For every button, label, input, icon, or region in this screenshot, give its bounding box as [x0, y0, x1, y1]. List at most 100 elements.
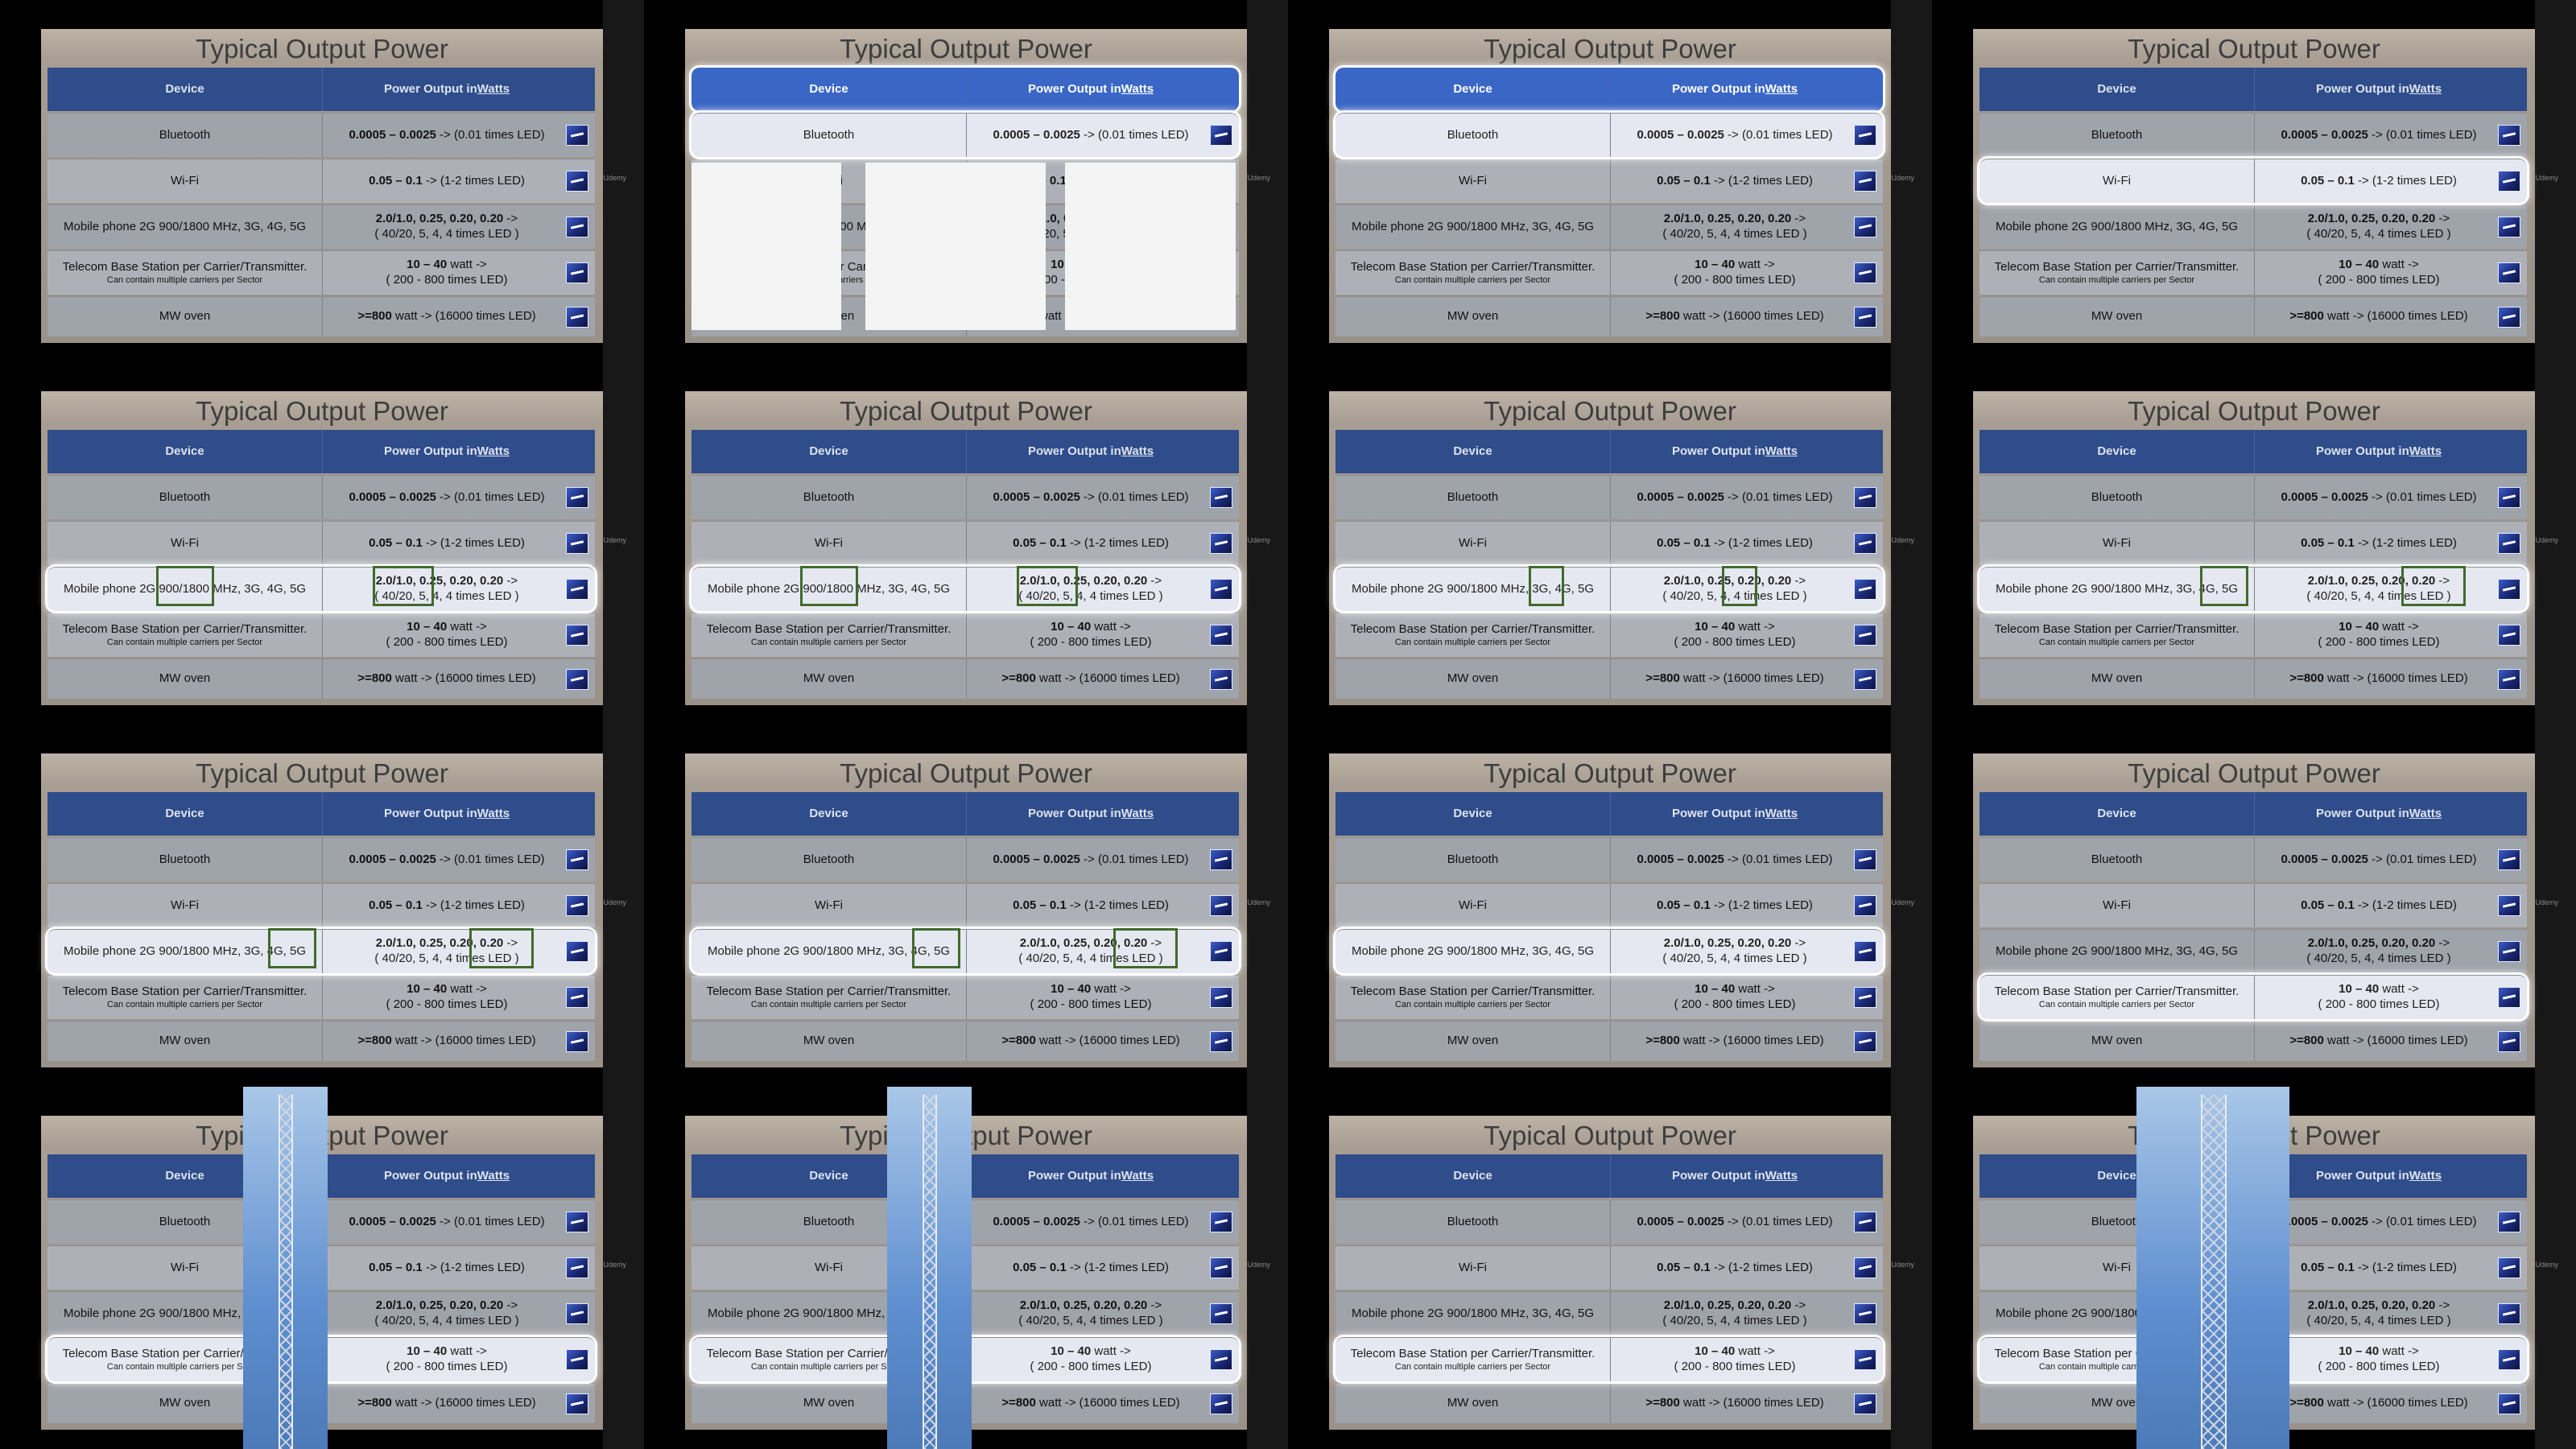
flag-icon — [566, 579, 588, 600]
video-frame: Typical Output Power Device Power Output… — [0, 724, 644, 1087]
highlight-box — [469, 928, 534, 968]
power-comparison: -> (1-2 times LED) — [422, 1260, 525, 1274]
flag-icon — [1854, 895, 1876, 916]
table-header-row: Device Power Output in Watts — [47, 68, 595, 111]
power-comparison-line2: ( 40/20, 5, 4, 4 times LED ) — [1018, 1314, 1163, 1327]
table-row-bluetooth: Bluetooth 0.0005 – 0.0025 -> (0.01 times… — [1979, 837, 2527, 881]
table-row-wifi: Wi-Fi 0.05 – 0.1 -> (1-2 times LED) — [1979, 159, 2527, 203]
power-comparison: -> (0.01 times LED) — [1080, 489, 1189, 504]
flag-icon — [1210, 1257, 1232, 1278]
table-row-mw-oven: MW oven >=800 watt -> (16000 times LED) — [691, 1021, 1239, 1061]
power-cell: 0.0005 – 0.0025 -> (0.01 times LED) — [1611, 838, 1883, 881]
flag-icon — [1854, 125, 1876, 146]
flag-icon — [2498, 941, 2520, 962]
power-table: Device Power Output in Watts Bluetooth 0… — [1335, 68, 1883, 336]
power-value: 0.05 – 0.1 — [2301, 898, 2355, 912]
flag-icon — [1210, 487, 1232, 508]
header-power: Power Output in Watts — [323, 68, 595, 111]
flag-icon — [1210, 941, 1232, 962]
player-side-panel: Udemy — [2535, 1087, 2576, 1449]
device-cell: MW oven — [1979, 1022, 2255, 1061]
video-frame: Typical Output Power Device Power Output… — [644, 362, 1288, 724]
power-value: 0.05 – 0.1 — [369, 535, 423, 550]
slide-title: Typical Output Power — [1484, 758, 1736, 788]
power-comparison: -> (1-2 times LED) — [2354, 535, 2457, 550]
power-value: 10 – 40 — [407, 982, 448, 997]
highlight-box — [1529, 566, 1564, 606]
table-row-telecom: Telecom Base Station per Carrier/Transmi… — [47, 613, 595, 657]
flag-icon — [1210, 849, 1232, 870]
flag-icon — [1854, 668, 1876, 690]
flag-icon — [1210, 1349, 1232, 1370]
device-cell: Telecom Base Station per Carrier/Transmi… — [691, 976, 967, 1019]
power-value: 2.0/1.0, 0.25, 0.20, 0.20 — [375, 1298, 504, 1313]
device-cell: Wi-Fi — [1335, 884, 1611, 927]
header-power-unit: Watts — [2409, 1168, 2442, 1183]
table-row-bluetooth: Bluetooth 0.0005 – 0.0025 -> (0.01 times… — [47, 837, 595, 881]
power-cell: 0.0005 – 0.0025 -> (0.01 times LED) — [2255, 114, 2527, 157]
flag-icon — [2498, 1393, 2520, 1414]
table-row-telecom: Telecom Base Station per Carrier/Transmi… — [691, 613, 1239, 657]
device-cell: Telecom Base Station per Carrier/Transmi… — [1979, 976, 2255, 1019]
power-cell: 2.0/1.0, 0.25, 0.20, 0.20 ->( 40/20, 5, … — [323, 1292, 595, 1335]
flag-icon — [2498, 487, 2520, 508]
power-value: 0.0005 – 0.0025 — [993, 489, 1080, 504]
device-cell: Wi-Fi — [1979, 884, 2255, 927]
table-row-wifi: Wi-Fi 0.05 – 0.1 -> (1-2 times LED) — [47, 521, 595, 565]
flag-icon — [1854, 1393, 1876, 1414]
device-cell: Wi-Fi — [1979, 159, 2255, 203]
power-table: Device Power Output in Watts Bluetooth 0… — [1979, 792, 2527, 1061]
power-value: 0.0005 – 0.0025 — [1637, 852, 1724, 866]
power-comparison: watt -> (16000 times LED) — [2323, 1034, 2468, 1048]
slide: Typical Output Power Device Power Output… — [1329, 753, 1891, 1067]
power-comparison-line2: ( 200 - 800 times LED) — [2318, 1360, 2440, 1373]
power-comparison: -> — [1791, 1298, 1806, 1313]
power-cell: 2.0/1.0, 0.25, 0.20, 0.20 ->( 40/20, 5, … — [323, 568, 595, 611]
power-value: 0.05 – 0.1 — [1013, 1260, 1067, 1274]
power-cell: 2.0/1.0, 0.25, 0.20, 0.20 ->( 40/20, 5, … — [967, 930, 1239, 973]
device-cell: Mobile phone 2G 900/1800 MHz, 3G, 4G, 5G — [1335, 568, 1611, 611]
device-cell: Bluetooth — [47, 838, 323, 881]
power-cell: 0.0005 – 0.0025 -> (0.01 times LED) — [1611, 114, 1883, 157]
table-row-mobile: Mobile phone 2G 900/1800 MHz, 3G, 4G, 5G… — [1335, 567, 1883, 611]
table-row-bluetooth: Bluetooth 0.0005 – 0.0025 -> (0.01 times… — [1335, 837, 1883, 881]
flag-icon — [1854, 1257, 1876, 1278]
highlight-box — [800, 566, 858, 606]
device-cell: MW oven — [1335, 659, 1611, 699]
power-comparison: -> (1-2 times LED) — [1710, 173, 1813, 188]
power-cell: >=800 watt -> (16000 times LED) — [2255, 659, 2527, 699]
table-row-mobile: Mobile phone 2G 900/1800 MHz, 3G, 4G, 5G… — [47, 204, 595, 249]
udemy-watermark: Udemy — [1891, 536, 1914, 544]
device-note: Can contain multiple carriers per Sector — [1394, 275, 1551, 285]
table-header-row: Device Power Output in Watts — [1335, 68, 1883, 111]
power-table: Device Power Output in Watts Bluetooth 0… — [691, 792, 1239, 1061]
header-power-unit: Watts — [1121, 444, 1154, 458]
device-cell: Wi-Fi — [1335, 522, 1611, 565]
slide-title: Typical Output Power — [840, 396, 1092, 426]
power-comparison: watt -> (16000 times LED) — [1679, 1034, 1824, 1048]
device-cell: Bluetooth — [1335, 838, 1611, 881]
table-row-mw-oven: MW oven >=800 watt -> (16000 times LED) — [1335, 1021, 1883, 1061]
power-comparison: -> (0.01 times LED) — [436, 852, 545, 866]
power-value: 0.0005 – 0.0025 — [2281, 852, 2368, 866]
flag-icon — [2498, 895, 2520, 916]
device-name: Telecom Base Station per Carrier/Transmi… — [706, 984, 952, 998]
power-cell: >=800 watt -> (16000 times LED) — [1611, 659, 1883, 699]
power-comparison: -> (0.01 times LED) — [1080, 127, 1189, 142]
device-cell: Bluetooth — [1335, 476, 1611, 519]
video-frame: Typical Output Power Device Power Output… — [644, 0, 1288, 362]
power-value: 0.05 – 0.1 — [1013, 898, 1067, 912]
player-side-panel: Udemy — [2535, 724, 2576, 1087]
player-side-panel: Udemy — [1891, 362, 1932, 724]
power-cell: 2.0/1.0, 0.25, 0.20, 0.20 ->( 40/20, 5, … — [2255, 930, 2527, 973]
power-value: 2.0/1.0, 0.25, 0.20, 0.20 — [2307, 212, 2436, 226]
table-row-mobile: Mobile phone 2G 900/1800 MHz, 3G, 4G, 5G… — [1335, 929, 1883, 973]
udemy-watermark: Udemy — [1247, 898, 1270, 906]
header-power-unit: Watts — [477, 1168, 510, 1183]
power-comparison: watt -> — [2379, 258, 2419, 272]
device-note: Can contain multiple carriers per Sector — [750, 999, 907, 1009]
header-power-unit: Watts — [1765, 444, 1798, 458]
power-value: 0.0005 – 0.0025 — [1637, 489, 1724, 504]
power-cell: 2.0/1.0, 0.25, 0.20, 0.20 ->( 40/20, 5, … — [2255, 1292, 2527, 1335]
power-value: >=800 — [1001, 1396, 1036, 1410]
